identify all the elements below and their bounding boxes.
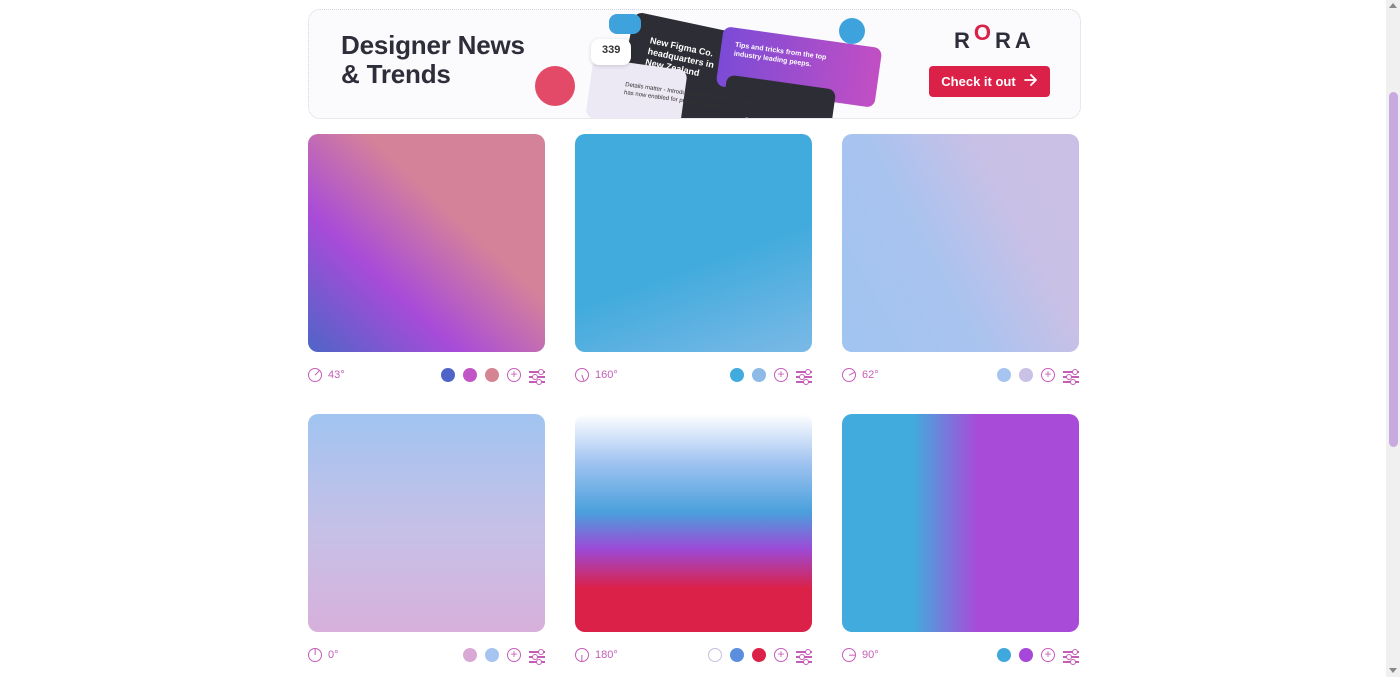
- mock-blue-circle: [839, 18, 865, 44]
- gradient-meta: 62° +: [842, 368, 1079, 388]
- color-stop-dot[interactable]: [1019, 648, 1033, 662]
- gradient-angle: 62°: [842, 368, 879, 382]
- gradient-swatch[interactable]: [575, 134, 812, 352]
- angle-label: 90°: [862, 649, 879, 661]
- gradient-tools: +: [441, 368, 545, 385]
- gradient-angle: 160°: [575, 368, 618, 382]
- gradient-meta: 43° +: [308, 368, 545, 388]
- scroll-up-arrow-icon[interactable]: [1389, 3, 1397, 8]
- mock-bell-circle: [535, 66, 575, 106]
- gradient-meta: 90° +: [842, 648, 1079, 668]
- scrollbar[interactable]: [1386, 0, 1400, 677]
- angle-dial-icon: [308, 648, 322, 662]
- angle-dial-icon: [575, 648, 589, 662]
- add-color-icon[interactable]: +: [507, 648, 521, 662]
- adjust-sliders-icon[interactable]: [1063, 368, 1079, 385]
- color-stop-dot[interactable]: [997, 368, 1011, 382]
- check-it-out-label: Check it out: [941, 74, 1016, 89]
- ad-banner[interactable]: Designer News & Trends New Figma Co. hea…: [308, 9, 1081, 119]
- angle-label: 180°: [595, 649, 618, 661]
- angle-label: 43°: [328, 369, 345, 381]
- adjust-sliders-icon[interactable]: [796, 368, 812, 385]
- gradient-tools: +: [997, 368, 1079, 385]
- gradient-tools: +: [730, 368, 812, 385]
- gradient-swatch[interactable]: [842, 134, 1079, 352]
- gradient-meta: 180° +: [575, 648, 812, 668]
- color-stop-dot[interactable]: [752, 648, 766, 662]
- add-color-icon[interactable]: +: [774, 648, 788, 662]
- add-color-icon[interactable]: +: [507, 368, 521, 382]
- angle-label: 62°: [862, 369, 879, 381]
- add-color-icon[interactable]: +: [1041, 368, 1055, 382]
- scroll-thumb[interactable]: [1389, 92, 1398, 447]
- adjust-sliders-icon[interactable]: [796, 648, 812, 665]
- scroll-down-arrow-icon[interactable]: [1389, 668, 1397, 673]
- banner-mockup-illustration: New Figma Co. headquarters in New Zealan…: [529, 10, 909, 118]
- banner-title: Designer News & Trends: [341, 30, 525, 89]
- gradient-swatch[interactable]: [308, 414, 545, 632]
- adjust-sliders-icon[interactable]: [1063, 648, 1079, 665]
- gradient-card[interactable]: 0° +: [308, 414, 545, 668]
- gradient-meta: 0° +: [308, 648, 545, 668]
- angle-needle: [581, 655, 583, 661]
- add-color-icon[interactable]: +: [1041, 648, 1055, 662]
- mock-count: 339: [602, 44, 621, 56]
- angle-needle: [849, 654, 855, 656]
- rora-logo: RORA: [954, 20, 1035, 53]
- color-stop-dot[interactable]: [997, 648, 1011, 662]
- gradient-angle: 90°: [842, 648, 879, 662]
- angle-dial-icon: [842, 648, 856, 662]
- gradient-card[interactable]: 43° +: [308, 134, 545, 388]
- check-it-out-button[interactable]: Check it out: [929, 66, 1050, 97]
- adjust-sliders-icon[interactable]: [529, 368, 545, 385]
- angle-dial-icon: [308, 368, 322, 382]
- color-stop-dot[interactable]: [708, 648, 722, 662]
- gradient-tools: +: [708, 648, 812, 665]
- color-stop-dot[interactable]: [463, 648, 477, 662]
- gradient-card[interactable]: 180° +: [575, 414, 812, 668]
- gradient-swatch[interactable]: [842, 414, 1079, 632]
- arrow-right-icon: [1023, 74, 1038, 89]
- mock-badge-blue: [609, 14, 641, 34]
- gradient-angle: 180°: [575, 648, 618, 662]
- adjust-sliders-icon[interactable]: [529, 648, 545, 665]
- color-stop-dot[interactable]: [730, 368, 744, 382]
- angle-needle: [581, 374, 585, 381]
- color-stop-dot[interactable]: [730, 648, 744, 662]
- color-stop-dot[interactable]: [752, 368, 766, 382]
- angle-needle: [848, 371, 855, 376]
- gradient-card[interactable]: 160° +: [575, 134, 812, 388]
- angle-label: 160°: [595, 369, 618, 381]
- gradient-tools: +: [997, 648, 1079, 665]
- gradient-card[interactable]: 62° +: [842, 134, 1079, 388]
- gradient-angle: 43°: [308, 368, 345, 382]
- color-stop-dot[interactable]: [485, 648, 499, 662]
- gradient-swatch[interactable]: [575, 414, 812, 632]
- gradient-card[interactable]: 90° +: [842, 414, 1079, 668]
- color-stop-dot[interactable]: [1019, 368, 1033, 382]
- angle-needle: [314, 649, 316, 655]
- add-color-icon[interactable]: +: [774, 368, 788, 382]
- color-stop-dot[interactable]: [485, 368, 499, 382]
- angle-dial-icon: [842, 368, 856, 382]
- angle-dial-icon: [575, 368, 589, 382]
- gradient-meta: 160° +: [575, 368, 812, 388]
- gradient-angle: 0°: [308, 648, 339, 662]
- angle-needle: [314, 370, 320, 376]
- gradient-swatch[interactable]: [308, 134, 545, 352]
- color-stop-dot[interactable]: [463, 368, 477, 382]
- angle-label: 0°: [328, 649, 339, 661]
- color-stop-dot[interactable]: [441, 368, 455, 382]
- gradient-tools: +: [463, 648, 545, 665]
